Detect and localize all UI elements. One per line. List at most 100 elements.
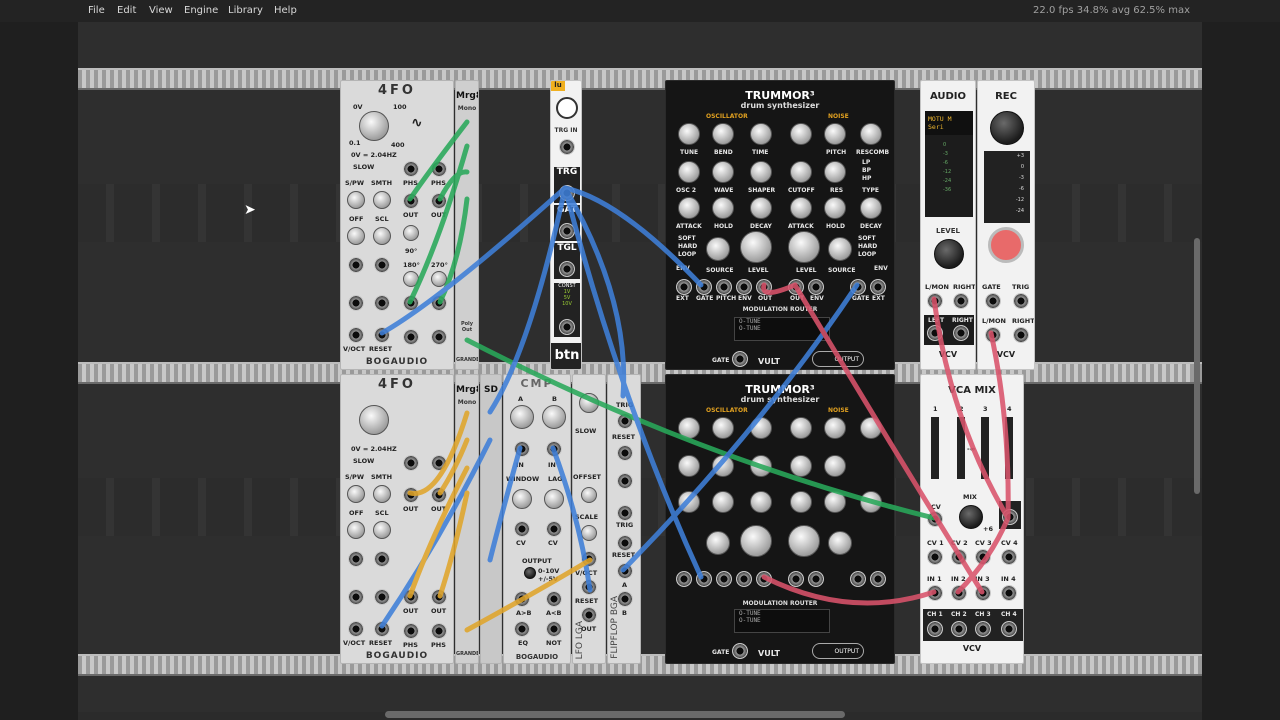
- rec-gain-knob[interactable]: [990, 111, 1024, 145]
- shaper-knob[interactable]: [750, 455, 772, 477]
- phase-jack[interactable]: [431, 623, 447, 639]
- module-4fo-top[interactable]: 4FO 0V 100 0.1 400 0V = 2.04HZ ∿ SLOW S/…: [340, 80, 454, 370]
- phase-knob-270[interactable]: [431, 271, 447, 287]
- osc2-knob[interactable]: [678, 455, 700, 477]
- right-input-jack[interactable]: [1013, 327, 1029, 343]
- source-knob[interactable]: [706, 237, 730, 261]
- spw-knob[interactable]: [347, 485, 365, 503]
- reset-jack[interactable]: [374, 621, 390, 637]
- left-output-jack[interactable]: [927, 325, 943, 341]
- phase-jack[interactable]: [403, 161, 419, 177]
- gate-in-jack[interactable]: [732, 643, 748, 659]
- cv2-jack[interactable]: [951, 549, 967, 565]
- window-cv-jack[interactable]: [514, 521, 530, 537]
- ext-jack[interactable]: [676, 571, 692, 587]
- audio-out-jack[interactable]: [756, 571, 772, 587]
- off-cv-jack[interactable]: [348, 295, 364, 311]
- trig-jack[interactable]: [1013, 293, 1029, 309]
- scale-knob[interactable]: [373, 227, 391, 245]
- tgl-out-jack[interactable]: [559, 261, 575, 277]
- module-sd[interactable]: SD: [480, 374, 502, 664]
- scl-cv-jack[interactable]: [374, 589, 390, 605]
- level-knob[interactable]: [740, 525, 772, 557]
- reset-jack[interactable]: [617, 445, 633, 461]
- hold-knob[interactable]: [824, 197, 846, 219]
- audio-out-jack[interactable]: [756, 279, 772, 295]
- trigger-button[interactable]: [556, 97, 578, 119]
- cv1-jack[interactable]: [927, 549, 943, 565]
- b-knob[interactable]: [542, 405, 566, 429]
- phase-jack[interactable]: [403, 455, 419, 471]
- ext-jack[interactable]: [676, 279, 692, 295]
- in2-jack[interactable]: [951, 585, 967, 601]
- tune-knob[interactable]: [678, 123, 700, 145]
- module-trummor-top[interactable]: TRUMMOR³ drum synthesizer OSCILLATOR NOI…: [665, 80, 895, 370]
- osc2-knob[interactable]: [678, 161, 700, 183]
- gate-jack[interactable]: [985, 293, 1001, 309]
- module-trummor-bottom[interactable]: TRUMMOR³ drum synthesizer OSCILLATOR NOI…: [665, 374, 895, 664]
- hold-knob[interactable]: [824, 491, 846, 513]
- trg-out-jack[interactable]: [559, 185, 575, 201]
- trig-jack[interactable]: [617, 505, 633, 521]
- agtb-jack[interactable]: [514, 591, 530, 607]
- phase-jack[interactable]: [431, 455, 447, 471]
- mix-knob[interactable]: [959, 505, 983, 529]
- menu-help[interactable]: Help: [274, 5, 297, 16]
- left-input-jack[interactable]: [985, 327, 1001, 343]
- attack-knob[interactable]: [678, 197, 700, 219]
- res-knob[interactable]: [824, 455, 846, 477]
- gate-jack[interactable]: [850, 279, 866, 295]
- scale-knob[interactable]: [373, 521, 391, 539]
- source-knob[interactable]: [706, 531, 730, 555]
- out-jack[interactable]: [431, 295, 447, 311]
- module-btn[interactable]: lu TRG IN TRG GAT TGL CONST 1V 5V 10V bt…: [550, 80, 582, 370]
- wave-knob[interactable]: [712, 455, 734, 477]
- scale-knob[interactable]: [581, 525, 597, 541]
- level-knob[interactable]: [788, 231, 820, 263]
- level-knob[interactable]: [934, 239, 964, 269]
- b-in-jack[interactable]: [546, 441, 562, 457]
- audio-device-display[interactable]: MOTU M Seri 0 -3 -6 -12 -24 -36: [925, 111, 973, 217]
- audio-out-jack[interactable]: [788, 279, 804, 295]
- fader-2[interactable]: [957, 417, 965, 479]
- audio-out-jack[interactable]: [788, 571, 804, 587]
- off-cv-jack[interactable]: [348, 589, 364, 605]
- env-out-jack[interactable]: [736, 571, 752, 587]
- pitch-cv-jack[interactable]: [716, 279, 732, 295]
- voct-jack[interactable]: [581, 551, 597, 567]
- env-out-jack[interactable]: [808, 279, 824, 295]
- attack-knob[interactable]: [790, 491, 812, 513]
- frequency-knob[interactable]: [359, 111, 389, 141]
- tone-knob[interactable]: [790, 417, 812, 439]
- env-out-jack[interactable]: [808, 571, 824, 587]
- lag-knob[interactable]: [544, 489, 564, 509]
- trig-jack[interactable]: [617, 413, 633, 429]
- gate-jack[interactable]: [696, 279, 712, 295]
- fader-3[interactable]: [981, 417, 989, 479]
- level-knob[interactable]: [740, 231, 772, 263]
- left-input-jack[interactable]: [927, 293, 943, 309]
- eq-jack[interactable]: [514, 621, 530, 637]
- env-out-jack[interactable]: [736, 279, 752, 295]
- ch4-out-jack[interactable]: [1001, 621, 1017, 637]
- level-knob[interactable]: [788, 525, 820, 557]
- phase-jack[interactable]: [403, 623, 419, 639]
- menu-library[interactable]: Library: [228, 5, 263, 16]
- altb-jack[interactable]: [546, 591, 562, 607]
- hold-knob[interactable]: [712, 491, 734, 513]
- right-output-jack[interactable]: [953, 325, 969, 341]
- decay-knob[interactable]: [860, 197, 882, 219]
- cutoff-knob[interactable]: [790, 455, 812, 477]
- decay-knob[interactable]: [750, 197, 772, 219]
- ch2-out-jack[interactable]: [951, 621, 967, 637]
- reset-jack[interactable]: [617, 535, 633, 551]
- source-knob[interactable]: [828, 531, 852, 555]
- offset-knob[interactable]: [347, 227, 365, 245]
- cv3-jack[interactable]: [975, 549, 991, 565]
- module-audio[interactable]: AUDIO MOTU M Seri 0 -3 -6 -12 -24 -36 LEVEL L…: [920, 80, 976, 370]
- bend-knob[interactable]: [712, 123, 734, 145]
- smooth-knob[interactable]: [373, 485, 391, 503]
- decay-knob[interactable]: [860, 491, 882, 513]
- a-out-jack[interactable]: [617, 473, 633, 489]
- trigger-in-jack[interactable]: [559, 139, 575, 155]
